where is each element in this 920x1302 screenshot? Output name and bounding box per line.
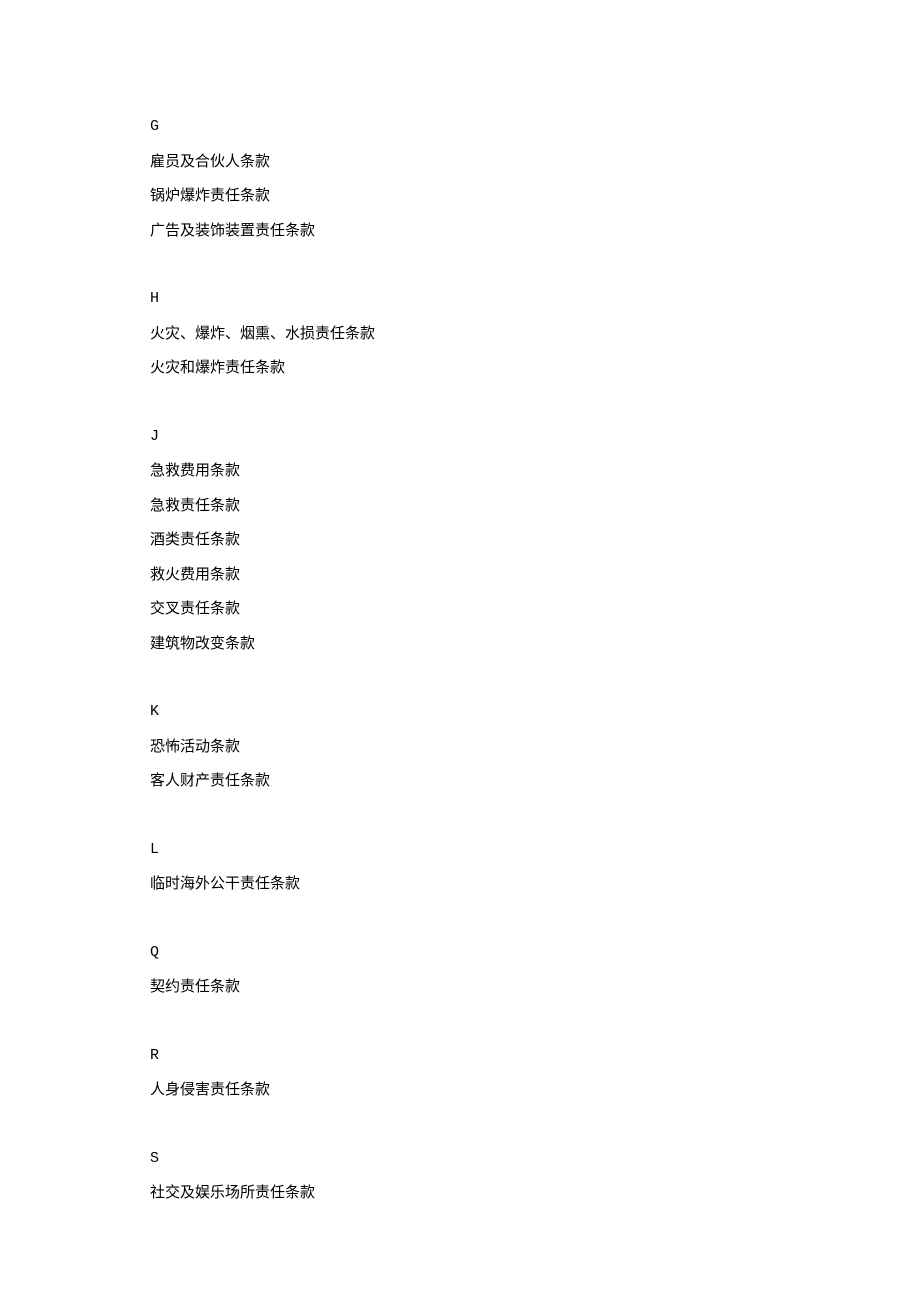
list-item: 救火费用条款 [150,558,770,593]
section-letter: S [150,1142,770,1177]
list-item: 临时海外公干责任条款 [150,867,770,902]
list-item: 急救责任条款 [150,489,770,524]
section-letter: J [150,420,770,455]
section-letter: K [150,695,770,730]
list-item: 酒类责任条款 [150,523,770,558]
section-letter: H [150,282,770,317]
list-item: 契约责任条款 [150,970,770,1005]
list-item: 社交及娱乐场所责任条款 [150,1176,770,1211]
section-letter: L [150,833,770,868]
list-item: 恐怖活动条款 [150,730,770,765]
section-h: H 火灾、爆炸、烟熏、水损责任条款 火灾和爆炸责任条款 [150,282,770,386]
section-letter: G [150,110,770,145]
section-q: Q 契约责任条款 [150,936,770,1005]
list-item: 锅炉爆炸责任条款 [150,179,770,214]
section-l: L 临时海外公干责任条款 [150,833,770,902]
list-item: 雇员及合伙人条款 [150,145,770,180]
section-letter: R [150,1039,770,1074]
section-j: J 急救费用条款 急救责任条款 酒类责任条款 救火费用条款 交叉责任条款 建筑物… [150,420,770,662]
document-content: G 雇员及合伙人条款 锅炉爆炸责任条款 广告及装饰装置责任条款 H 火灾、爆炸、… [150,110,770,1211]
list-item: 火灾、爆炸、烟熏、水损责任条款 [150,317,770,352]
section-letter: Q [150,936,770,971]
section-r: R 人身侵害责任条款 [150,1039,770,1108]
list-item: 急救费用条款 [150,454,770,489]
section-s: S 社交及娱乐场所责任条款 [150,1142,770,1211]
list-item: 客人财产责任条款 [150,764,770,799]
section-g: G 雇员及合伙人条款 锅炉爆炸责任条款 广告及装饰装置责任条款 [150,110,770,248]
list-item: 建筑物改变条款 [150,627,770,662]
list-item: 人身侵害责任条款 [150,1073,770,1108]
section-k: K 恐怖活动条款 客人财产责任条款 [150,695,770,799]
list-item: 火灾和爆炸责任条款 [150,351,770,386]
list-item: 交叉责任条款 [150,592,770,627]
list-item: 广告及装饰装置责任条款 [150,214,770,249]
